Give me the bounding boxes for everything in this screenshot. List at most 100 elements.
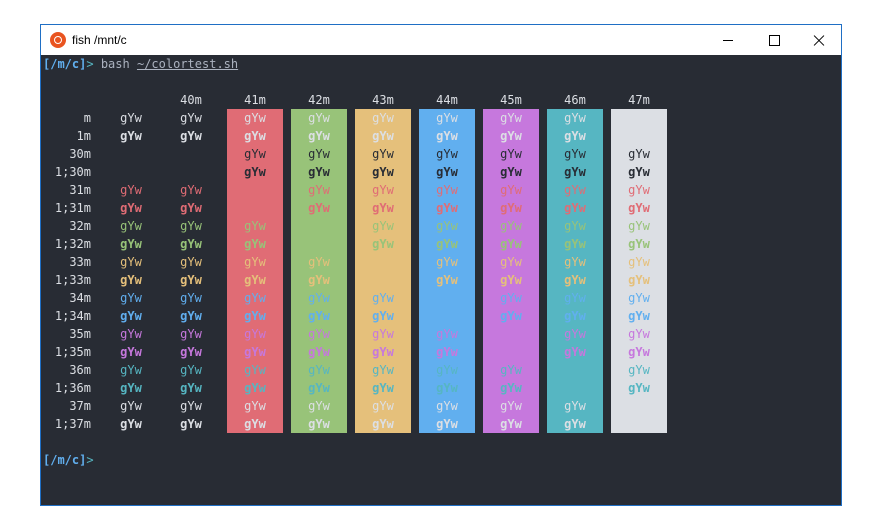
sample-cell: gYw xyxy=(180,183,202,197)
sample-cell: gYw xyxy=(628,237,650,251)
sample-cell: gYw xyxy=(244,165,266,179)
sample-cell: gYw xyxy=(120,381,142,395)
sample-cell: gYw xyxy=(372,219,394,233)
sample-cell: gYw xyxy=(308,255,330,269)
sample-cell: gYw xyxy=(372,327,394,341)
sample-cell: gYw xyxy=(500,129,522,143)
sample-cell: gYw xyxy=(244,237,266,251)
sample-cell: gYw xyxy=(628,291,650,305)
sample-cell: gYw xyxy=(564,183,586,197)
sample-cell: gYw xyxy=(436,417,458,431)
ubuntu-icon[interactable] xyxy=(50,32,66,48)
row-label: 1;34m xyxy=(54,309,91,323)
sample-cell: gYw xyxy=(120,219,142,233)
sample-cell: gYw xyxy=(436,381,458,395)
row-label: 35m xyxy=(69,327,91,341)
close-button[interactable] xyxy=(796,25,842,55)
sample-cell: gYw xyxy=(308,111,330,125)
sample-cell: gYw xyxy=(120,363,142,377)
sample-cell: gYw xyxy=(308,345,330,359)
sample-cell: gYw xyxy=(180,111,202,125)
sample-cell: gYw xyxy=(372,399,394,413)
row-label: 37m xyxy=(69,399,91,413)
sample-cell: gYw xyxy=(244,291,266,305)
sample-cell: gYw xyxy=(500,147,522,161)
prompt-path: [/m/c] xyxy=(43,57,87,71)
bg-header-46m: 46m xyxy=(564,93,586,107)
row-label: 1;37m xyxy=(54,417,91,431)
sample-cell: gYw xyxy=(244,309,266,323)
sample-cell: gYw xyxy=(500,183,522,197)
sample-cell: gYw xyxy=(180,237,202,251)
sample-cell: gYw xyxy=(436,255,458,269)
sample-cell: gYw xyxy=(500,363,522,377)
sample-cell: gYw xyxy=(372,309,394,323)
sample-cell: gYw xyxy=(436,273,458,287)
sample-cell: gYw xyxy=(244,111,266,125)
command-line: [/m/c]> bash ~/colortest.sh xyxy=(43,55,238,73)
prompt-line: [/m/c]> xyxy=(43,451,94,469)
sample-cell: gYw xyxy=(500,237,522,251)
maximize-icon xyxy=(769,35,780,46)
sample-cell: gYw xyxy=(436,129,458,143)
sample-cell: gYw xyxy=(628,345,650,359)
sample-cell: gYw xyxy=(628,201,650,215)
sample-cell: gYw xyxy=(564,309,586,323)
sample-cell: gYw xyxy=(372,363,394,377)
sample-cell: gYw xyxy=(372,237,394,251)
sample-cell: gYw xyxy=(180,129,202,143)
sample-cell: gYw xyxy=(500,417,522,431)
sample-cell: gYw xyxy=(308,417,330,431)
sample-cell: gYw xyxy=(564,147,586,161)
sample-cell: gYw xyxy=(628,363,650,377)
sample-cell: gYw xyxy=(628,255,650,269)
title-bar[interactable]: fish /mnt/c xyxy=(41,25,841,55)
sample-cell: gYw xyxy=(564,165,586,179)
sample-cell: gYw xyxy=(244,381,266,395)
row-label: 31m xyxy=(69,183,91,197)
sample-cell: gYw xyxy=(372,183,394,197)
terminal-window: fish /mnt/c [/m/c]> bash ~/colortest.sh … xyxy=(40,24,842,506)
sample-cell: gYw xyxy=(120,291,142,305)
sample-cell: gYw xyxy=(372,165,394,179)
sample-cell: gYw xyxy=(180,291,202,305)
sample-cell: gYw xyxy=(500,165,522,179)
sample-cell: gYw xyxy=(244,129,266,143)
maximize-button[interactable] xyxy=(751,25,797,55)
sample-cell: gYw xyxy=(244,147,266,161)
sample-cell: gYw xyxy=(564,327,586,341)
sample-cell: gYw xyxy=(564,291,586,305)
sample-cell: gYw xyxy=(628,147,650,161)
sample-cell: gYw xyxy=(180,417,202,431)
sample-cell: gYw xyxy=(120,129,142,143)
row-label: 1;32m xyxy=(54,237,91,251)
sample-cell: gYw xyxy=(436,237,458,251)
sample-cell: gYw xyxy=(628,183,650,197)
sample-cell: gYw xyxy=(628,165,650,179)
terminal-area[interactable]: [/m/c]> bash ~/colortest.sh [/m/c]> 40m 4… xyxy=(41,55,841,505)
row-label: 34m xyxy=(69,291,91,305)
sample-cell: gYw xyxy=(372,147,394,161)
minimize-button[interactable] xyxy=(705,25,751,55)
sample-cell: gYw xyxy=(564,219,586,233)
sample-cell: gYw xyxy=(564,345,586,359)
sample-cell: gYw xyxy=(244,417,266,431)
sample-cell: gYw xyxy=(180,327,202,341)
sample-cell: gYw xyxy=(244,345,266,359)
sample-cell: gYw xyxy=(500,255,522,269)
sample-cell: gYw xyxy=(436,399,458,413)
sample-cell: gYw xyxy=(436,147,458,161)
sample-cell: gYw xyxy=(308,147,330,161)
row-label: 33m xyxy=(69,255,91,269)
sample-cell: gYw xyxy=(180,363,202,377)
sample-cell: gYw xyxy=(564,129,586,143)
sample-cell: gYw xyxy=(500,291,522,305)
sample-cell: gYw xyxy=(120,327,142,341)
sample-cell: gYw xyxy=(500,111,522,125)
sample-cell: gYw xyxy=(500,309,522,323)
sample-cell: gYw xyxy=(180,381,202,395)
row-label: 1m xyxy=(76,129,91,143)
sample-cell: gYw xyxy=(120,237,142,251)
sample-cell: gYw xyxy=(244,219,266,233)
sample-cell: gYw xyxy=(436,327,458,341)
